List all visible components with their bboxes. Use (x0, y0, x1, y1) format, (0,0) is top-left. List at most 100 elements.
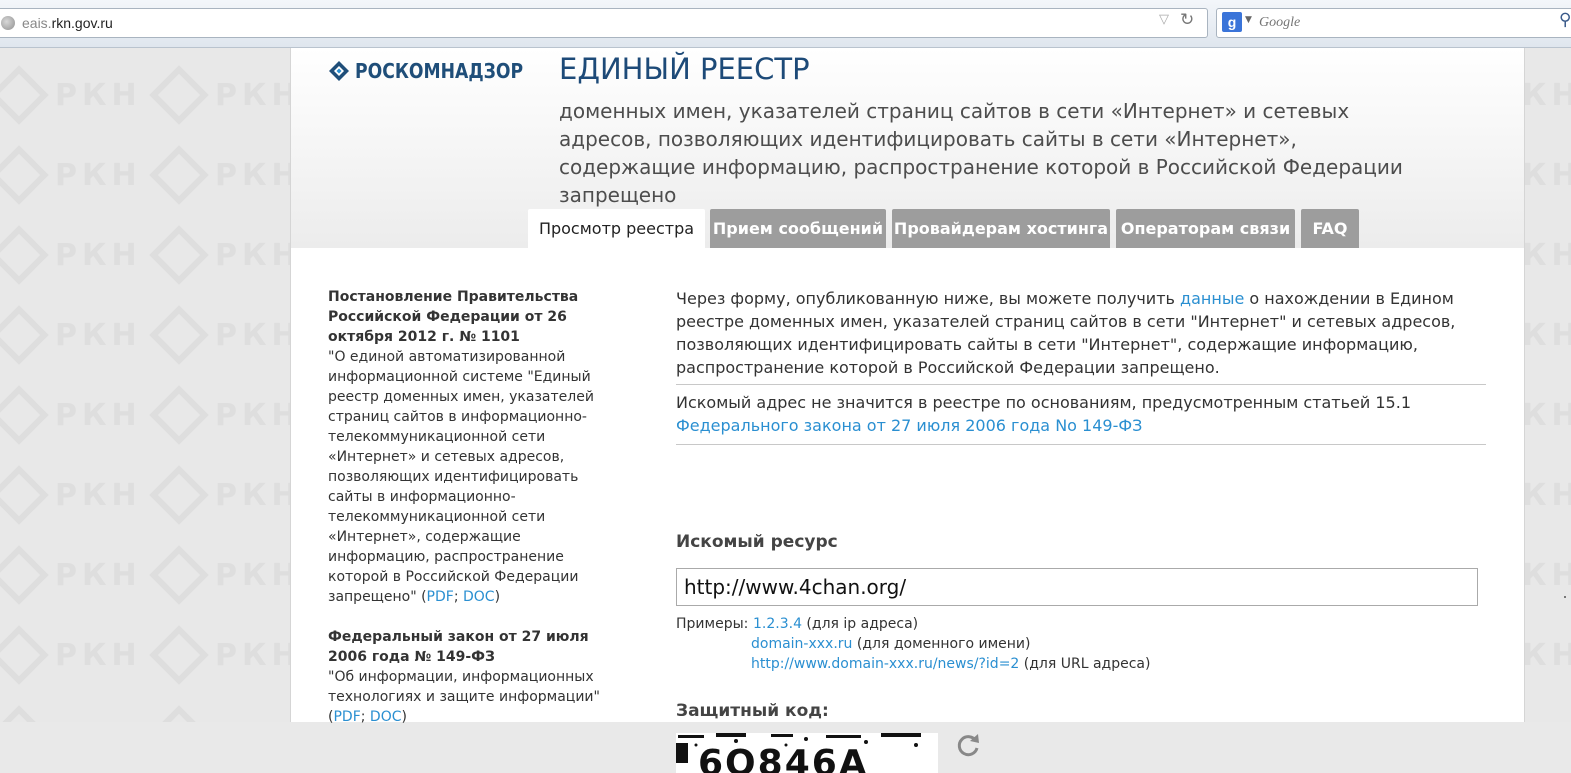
watermark-tile: РКН (149, 698, 310, 722)
doc-title: Федеральный закон от 27 июля 2006 года №… (328, 629, 589, 665)
watermark-text: РКН (215, 478, 302, 513)
result-notice: Искомый адрес не значится в реестре по о… (676, 384, 1486, 445)
engine-dropdown-icon[interactable]: ▼ (1245, 15, 1252, 25)
watermark-tile: РКН (0, 538, 150, 618)
watermark-diamond-icon (149, 145, 209, 205)
doc-close-paren: ) (401, 709, 407, 725)
doc-pdf-link[interactable]: PDF (427, 589, 454, 605)
watermark-text: РКН (215, 718, 302, 722)
example-link[interactable]: http://www.domain-xxx.ru/news/?id=2 (751, 656, 1019, 672)
watermark-diamond-icon (149, 545, 209, 605)
url-domain: rkn.gov.ru (51, 15, 113, 31)
watermark-diamond-icon (149, 465, 209, 525)
watermark-diamond-icon (149, 705, 209, 722)
search-bar[interactable]: g ▼ ⚲ (1216, 8, 1571, 38)
watermark-diamond-icon (149, 65, 209, 125)
watermark-diamond-icon (0, 625, 49, 685)
watermark-tile: РКН (0, 458, 150, 538)
tab-faq[interactable]: FAQ (1301, 209, 1359, 248)
watermark-diamond-icon (149, 385, 209, 445)
resource-label: Искомый ресурс (676, 532, 838, 552)
watermark-text: РКН (215, 638, 302, 673)
watermark-tile: РКН (149, 458, 310, 538)
watermark-tile: РКН (0, 698, 150, 722)
watermark-text: РКН (215, 78, 302, 113)
captcha-text: 6О846А (698, 743, 869, 773)
watermark-text: РКН (215, 238, 302, 273)
example-note: (для ip адреса) (801, 616, 919, 632)
logo-text: РОСКОМНАДЗОР (355, 59, 524, 83)
watermark-text: РКН (55, 718, 142, 722)
watermark-text: РКН (55, 638, 142, 673)
notice-text: Искомый адрес не значится в реестре по о… (676, 393, 1411, 412)
browser-toolbar: eais.rkn.gov.ru ▽ ↻ g ▼ ⚲ (0, 0, 1571, 48)
resource-input[interactable] (676, 568, 1478, 606)
captcha-label: Защитный код: (676, 701, 829, 721)
tab-telecom-operators[interactable]: Операторам связи (1116, 209, 1295, 248)
examples-label: Примеры: (676, 616, 749, 632)
site-identity-icon[interactable] (1, 16, 15, 30)
data-link[interactable]: данные (1180, 289, 1244, 308)
watermark-diamond-icon (0, 225, 49, 285)
page-container: РОСКОМНАДЗОР ЕДИНЫЙ РЕЕСТР доменных имен… (290, 48, 1525, 773)
watermark-tile: РКН (0, 618, 150, 698)
watermark-tile: РКН (149, 298, 310, 378)
doc-item: Федеральный закон от 27 июля 2006 года №… (328, 627, 623, 727)
watermark-diamond-icon (0, 65, 49, 125)
watermark-diamond-icon (0, 385, 49, 445)
example-link[interactable]: 1.2.3.4 (753, 616, 802, 632)
doc-separator: ; (453, 589, 463, 605)
search-input[interactable] (1259, 15, 1549, 31)
page-title: ЕДИНЫЙ РЕЕСТР (559, 52, 810, 86)
watermark-text: РКН (215, 318, 302, 353)
example-note: (для URL адреса) (1019, 656, 1151, 672)
example-link[interactable]: domain-xxx.ru (751, 636, 852, 652)
doc-description: "О единой автоматизированной информацион… (328, 349, 594, 605)
doc-pdf-link[interactable]: PDF (333, 709, 360, 725)
address-bar[interactable]: eais.rkn.gov.ru ▽ ↻ (0, 8, 1208, 38)
watermark-tile: РКН (0, 218, 150, 298)
tab-hosting-providers[interactable]: Провайдерам хостинга (892, 209, 1110, 248)
watermark-text: РКН (55, 238, 142, 273)
example-row: http://www.domain-xxx.ru/news/?id=2 (для… (751, 654, 1150, 674)
refresh-captcha-icon[interactable] (954, 731, 982, 759)
watermark-diamond-icon (0, 145, 49, 205)
doc-item: Постановление Правительства Российской Ф… (328, 287, 623, 607)
search-panel: Через форму, опубликованную ниже, вы мож… (676, 287, 1486, 773)
url-subdomain: eais. (22, 15, 52, 31)
page-subtitle: доменных имен, указателей страниц сайтов… (559, 99, 1403, 207)
history-dropdown-icon[interactable]: ▽ (1159, 12, 1169, 27)
watermark-tile: РКН (149, 378, 310, 458)
reload-icon[interactable]: ↻ (1180, 10, 1194, 30)
example-note: (для доменного имени) (852, 636, 1031, 652)
watermark-tile: РКН (0, 378, 150, 458)
watermark-text: РКН (215, 558, 302, 593)
watermark-tile: РКН (149, 218, 310, 298)
url-text[interactable]: eais.rkn.gov.ru (22, 15, 113, 31)
watermark-text: РКН (215, 398, 302, 433)
site-header: РОСКОМНАДЗОР ЕДИНЫЙ РЕЕСТР доменных имен… (291, 48, 1524, 249)
watermark-tile: РКН (149, 58, 310, 138)
watermark-text: РКН (55, 318, 142, 353)
watermark-diamond-icon (0, 305, 49, 365)
watermark-tile: РКН (0, 58, 150, 138)
tab-reports[interactable]: Прием сообщений (710, 209, 886, 248)
watermark-diamond-icon (149, 225, 209, 285)
watermark-diamond-icon (0, 465, 49, 525)
watermark-text: РКН (55, 478, 142, 513)
watermark-text: РКН (55, 398, 142, 433)
doc-separator: ; (360, 709, 370, 725)
tab-registry-view[interactable]: Просмотр реестра (528, 209, 705, 249)
watermark-diamond-icon (0, 545, 49, 605)
federal-law-link[interactable]: Федерального закона от 27 июля 2006 года… (676, 416, 1142, 435)
watermark-diamond-icon (149, 625, 209, 685)
google-engine-icon[interactable]: g (1222, 12, 1242, 32)
doc-doc-link[interactable]: DOC (370, 709, 402, 725)
scrollbar-marker (1564, 596, 1566, 598)
watermark-diamond-icon (0, 705, 49, 722)
doc-doc-link[interactable]: DOC (463, 589, 495, 605)
search-icon[interactable]: ⚲ (1559, 10, 1571, 30)
doc-title: Постановление Правительства Российской Ф… (328, 289, 579, 345)
legal-docs-sidebar: Постановление Правительства Российской Ф… (328, 287, 623, 747)
watermark-tile: РКН (149, 618, 310, 698)
